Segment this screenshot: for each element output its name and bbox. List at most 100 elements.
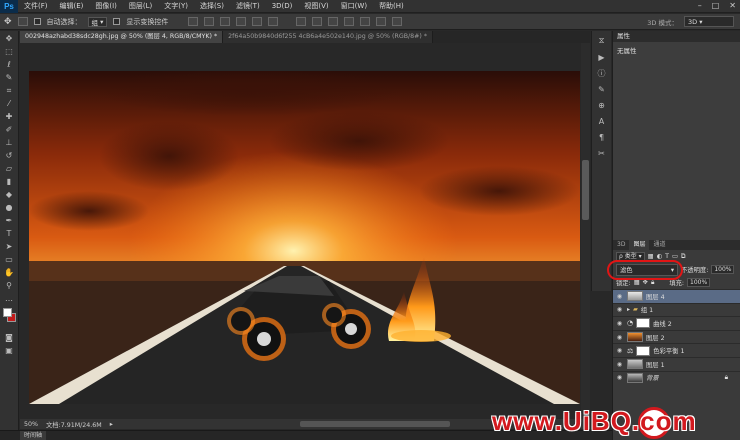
- layer-mask-thumbnail[interactable]: [636, 318, 651, 329]
- minimize-icon[interactable]: –: [698, 1, 702, 10]
- screen-mode-icon[interactable]: ▣: [2, 345, 16, 356]
- shape-tool-icon[interactable]: ▭: [2, 254, 16, 265]
- color-swatches[interactable]: [0, 308, 18, 330]
- distribute-top-icon[interactable]: [296, 17, 307, 26]
- menu-help[interactable]: 帮助(H): [373, 1, 410, 11]
- expand-arrow-icon[interactable]: ▸: [627, 306, 630, 313]
- distribute-right-icon[interactable]: [376, 17, 387, 26]
- maximize-icon[interactable]: □: [712, 1, 720, 10]
- history-panel-icon[interactable]: ⧖: [596, 35, 608, 47]
- hand-tool-icon[interactable]: ✋: [2, 267, 16, 278]
- brush-panel-icon[interactable]: ✎: [596, 83, 608, 95]
- align-right-icon[interactable]: [268, 17, 279, 26]
- filter-adjust-icon[interactable]: ◐: [657, 253, 663, 260]
- brush-tool-icon[interactable]: ✐: [2, 124, 16, 135]
- align-bottom-icon[interactable]: [220, 17, 231, 26]
- lasso-tool-icon[interactable]: ℓ: [2, 59, 16, 70]
- path-select-tool-icon[interactable]: ➤: [2, 241, 16, 252]
- align-center-icon[interactable]: [252, 17, 263, 26]
- lock-pixels-icon[interactable]: ▦: [634, 279, 640, 286]
- layer-row[interactable]: ◉ 背景 🔒︎: [613, 370, 740, 385]
- layer-row[interactable]: ◉ 图层 2: [613, 329, 740, 344]
- menu-file[interactable]: 文件(F): [18, 1, 54, 11]
- workspace-dropdown[interactable]: 3D ▾: [684, 16, 734, 27]
- tab-layers[interactable]: 图层: [629, 240, 650, 250]
- menu-type[interactable]: 文字(Y): [158, 1, 194, 11]
- menu-layer[interactable]: 图层(L): [123, 1, 158, 11]
- close-icon[interactable]: ✕: [729, 1, 736, 10]
- align-left-icon[interactable]: [236, 17, 247, 26]
- horizontal-scroll-thumb[interactable]: [300, 421, 450, 427]
- timeline-tab[interactable]: 时间轴: [20, 431, 47, 440]
- zoom-tool-icon[interactable]: ⚲: [2, 280, 16, 291]
- tab-document-2[interactable]: 2f64a50b9840d6f255 4cB6a4e502e140.jpg @ …: [223, 31, 434, 43]
- menu-edit[interactable]: 编辑(E): [54, 1, 90, 11]
- document-canvas[interactable]: [29, 71, 580, 404]
- gradient-tool-icon[interactable]: ▮: [2, 176, 16, 187]
- layer-row[interactable]: ◉ 图层 4: [613, 289, 740, 303]
- fill-input[interactable]: 100%: [687, 278, 711, 287]
- menu-3d[interactable]: 3D(D): [266, 2, 299, 10]
- status-menu-arrow-icon[interactable]: ▸: [110, 421, 113, 428]
- healing-tool-icon[interactable]: ✚: [2, 111, 16, 122]
- distribute-left-icon[interactable]: [344, 17, 355, 26]
- history-brush-tool-icon[interactable]: ↺: [2, 150, 16, 161]
- visibility-eye-icon[interactable]: ◉: [615, 334, 624, 341]
- show-transform-checkbox[interactable]: [113, 18, 121, 25]
- marquee-tool-icon[interactable]: ⬚: [2, 46, 16, 57]
- move-tool-icon[interactable]: ✥: [2, 33, 16, 44]
- info-panel-icon[interactable]: ⓘ: [596, 67, 608, 79]
- eraser-tool-icon[interactable]: ▱: [2, 163, 16, 174]
- distribute-bottom-icon[interactable]: [328, 17, 339, 26]
- visibility-eye-icon[interactable]: ◉: [615, 320, 624, 327]
- filter-type-icon[interactable]: T: [665, 253, 669, 260]
- layer-row[interactable]: ◉ 图层 1: [613, 356, 740, 371]
- blur-tool-icon[interactable]: ◆: [2, 189, 16, 200]
- distribute-middle-icon[interactable]: [312, 17, 323, 26]
- auto-select-dropdown[interactable]: 组 ▾: [87, 16, 108, 27]
- align-top-icon[interactable]: [188, 17, 199, 26]
- crop-tool-icon[interactable]: ⌗: [2, 85, 16, 96]
- visibility-eye-icon[interactable]: ◉: [615, 306, 624, 313]
- lock-position-icon[interactable]: ✥: [643, 279, 648, 286]
- vertical-scroll-thumb[interactable]: [582, 160, 589, 220]
- foreground-color-swatch[interactable]: [3, 308, 12, 317]
- align-middle-icon[interactable]: [204, 17, 215, 26]
- move-tool-icon[interactable]: ✥: [4, 17, 12, 27]
- tab-channels[interactable]: 通道: [649, 240, 669, 250]
- zoom-level[interactable]: 50%: [24, 421, 38, 428]
- visibility-eye-icon[interactable]: ◉: [615, 347, 624, 354]
- menu-select[interactable]: 选择(S): [194, 1, 230, 11]
- quick-select-tool-icon[interactable]: ✎: [2, 72, 16, 83]
- visibility-eye-icon[interactable]: ◉: [615, 361, 624, 368]
- visibility-eye-icon[interactable]: ◉: [615, 293, 624, 300]
- menu-window[interactable]: 窗口(W): [335, 1, 373, 11]
- tool-presets-icon[interactable]: ✂: [596, 147, 608, 159]
- menu-view[interactable]: 视图(V): [298, 1, 334, 11]
- dodge-tool-icon[interactable]: ●: [2, 202, 16, 213]
- filter-shape-icon[interactable]: ▭: [672, 253, 678, 260]
- eyedropper-tool-icon[interactable]: ⁄: [2, 98, 16, 109]
- filter-smart-icon[interactable]: ⧉: [681, 253, 686, 261]
- quick-mask-icon[interactable]: ◙: [2, 332, 16, 343]
- layer-row[interactable]: ◉ ▸ ▰ 组 1: [613, 302, 740, 317]
- auto-align-icon[interactable]: [392, 17, 403, 26]
- pen-tool-icon[interactable]: ✒: [2, 215, 16, 226]
- visibility-eye-icon[interactable]: ◉: [615, 374, 624, 381]
- vertical-scrollbar[interactable]: [581, 43, 590, 419]
- distribute-center-icon[interactable]: [360, 17, 371, 26]
- menu-filter[interactable]: 滤镜(T): [230, 1, 266, 11]
- tab-3d[interactable]: 3D: [613, 240, 629, 250]
- layer-row[interactable]: ◉ ◔ 曲线 2: [613, 316, 740, 330]
- type-tool-icon[interactable]: T: [2, 228, 16, 239]
- layer-mask-thumbnail[interactable]: [636, 345, 651, 356]
- clone-stamp-tool-icon[interactable]: ⊥: [2, 137, 16, 148]
- character-panel-icon[interactable]: A: [596, 115, 608, 127]
- filter-pixel-icon[interactable]: ▦: [648, 253, 654, 260]
- menu-image[interactable]: 图像(I): [89, 1, 123, 11]
- actions-panel-icon[interactable]: ▶: [596, 51, 608, 63]
- properties-panel-title[interactable]: 属性: [613, 31, 740, 42]
- edit-toolbar-icon[interactable]: …: [2, 293, 16, 304]
- tab-document-1[interactable]: 002948azhabd38sdc28gh.jpg @ 50% (图层 4, R…: [20, 31, 224, 43]
- auto-select-checkbox[interactable]: [33, 18, 41, 25]
